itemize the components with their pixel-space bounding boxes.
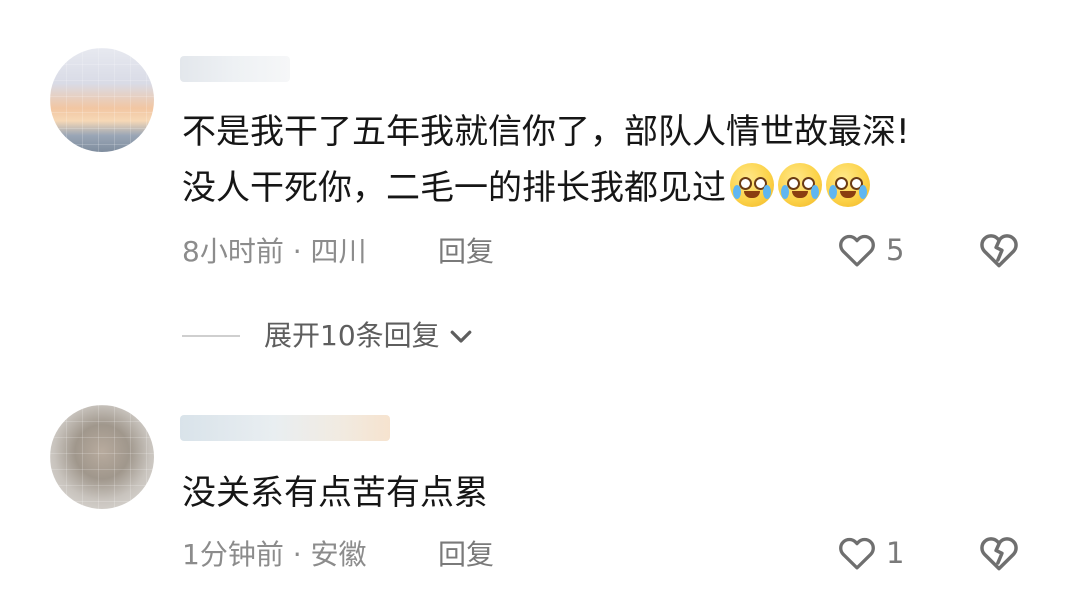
comment-text-line: 不是我干了五年我就信你了，部队人情世故最深! — [182, 112, 910, 152]
comment-meta: 1分钟前 · 安徽 — [182, 538, 367, 571]
divider-line — [182, 335, 240, 337]
comment-item: 不是我干了五年我就信你了，部队人情世故最深! 没人干死你，二毛一的排长我都见过 … — [0, 0, 1080, 300]
crying-face-icon — [730, 163, 774, 207]
broken-heart-icon — [980, 234, 1018, 268]
comment-text-line: 没人干死你，二毛一的排长我都见过 — [182, 160, 870, 216]
heart-outline-icon — [839, 537, 875, 570]
username-blurred[interactable] — [180, 56, 290, 82]
comment-meta: 8小时前 · 四川 — [182, 235, 367, 268]
broken-heart-icon — [980, 537, 1018, 571]
crying-face-icon — [826, 163, 870, 207]
chevron-down-icon — [450, 330, 472, 343]
username-blurred[interactable] — [180, 415, 390, 441]
expand-replies-button[interactable]: 展开10条回复 — [182, 318, 476, 354]
reply-button[interactable]: 回复 — [438, 234, 494, 270]
like-button[interactable]: 5 — [836, 229, 904, 271]
like-button[interactable]: 1 — [836, 532, 904, 574]
avatar[interactable] — [50, 405, 154, 509]
crying-face-icon — [778, 163, 822, 207]
heart-outline-icon — [839, 234, 875, 267]
dislike-button[interactable] — [977, 228, 1021, 272]
like-count: 5 — [886, 233, 905, 267]
dislike-button[interactable] — [977, 531, 1021, 575]
reply-button[interactable]: 回复 — [438, 537, 494, 573]
avatar[interactable] — [50, 48, 154, 152]
comment-item: 没关系有点苦有点累 1分钟前 · 安徽 回复 1 — [0, 395, 1080, 613]
like-count: 1 — [886, 536, 905, 570]
expand-replies-label: 展开10条回复 — [264, 319, 440, 352]
comment-text: 没关系有点苦有点累 — [182, 473, 488, 513]
comment-text: 没人干死你，二毛一的排长我都见过 — [182, 168, 726, 208]
